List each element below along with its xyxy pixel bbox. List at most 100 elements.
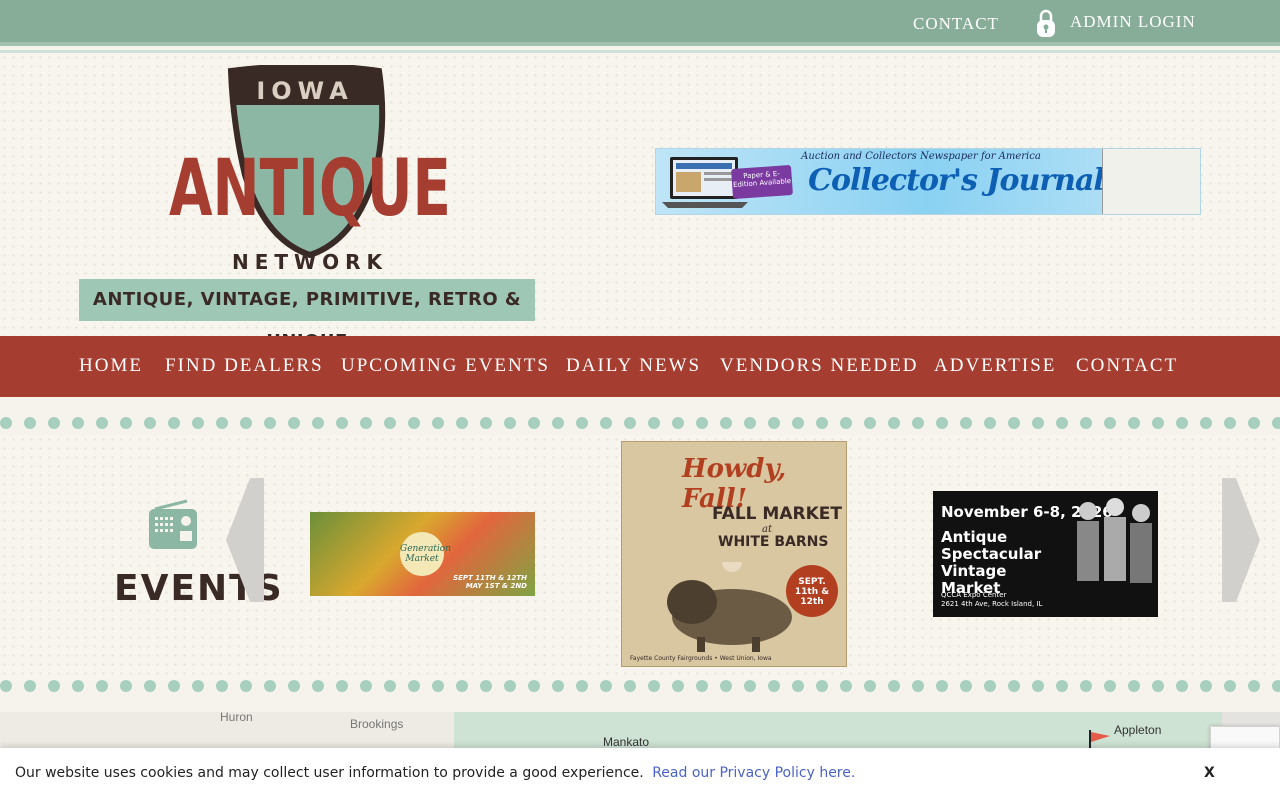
top-bar: CONTACT ADMIN LOGIN xyxy=(0,0,1280,46)
top-contact-link[interactable]: CONTACT xyxy=(913,14,999,34)
divider-dot xyxy=(672,680,684,692)
nav-upcoming-events[interactable]: UPCOMING EVENTS xyxy=(341,355,550,377)
divider-dot xyxy=(24,680,36,692)
banner-top-text: Auction and Collectors Newspaper for Ame… xyxy=(801,151,1041,162)
divider-dot xyxy=(648,680,660,692)
banner-title: Collector's Journal xyxy=(808,163,1105,198)
site-logo[interactable]: IOWA ANTIQUE NETWORK xyxy=(165,65,455,275)
divider-dot xyxy=(984,680,996,692)
divider-dot xyxy=(192,680,204,692)
cookie-text: Our website uses cookies and may collect… xyxy=(15,765,644,781)
divider-dot xyxy=(1152,417,1164,429)
divider-dot xyxy=(600,680,612,692)
divider-dot xyxy=(264,417,276,429)
divider-dot xyxy=(216,417,228,429)
divider-dot xyxy=(288,417,300,429)
divider-dot xyxy=(1128,680,1140,692)
event-card-3[interactable]: November 6-8, 2026 Antique Spectacular V… xyxy=(933,491,1158,617)
dot-divider-bottom xyxy=(0,680,1280,692)
privacy-policy-link[interactable]: Read our Privacy Policy here. xyxy=(652,765,855,781)
divider-dot xyxy=(144,680,156,692)
divider-dot xyxy=(48,417,60,429)
divider-dot xyxy=(528,680,540,692)
collectors-journal-banner[interactable]: Paper & E-Edition Available Auction and … xyxy=(655,148,1201,215)
divider-dot xyxy=(336,680,348,692)
divider-dot xyxy=(432,417,444,429)
divider-dot xyxy=(192,417,204,429)
radio-icon xyxy=(149,499,197,549)
event-2-footer: Fayette County Fairgrounds • West Union,… xyxy=(630,655,772,662)
divider-dot xyxy=(1104,417,1116,429)
divider-dot xyxy=(96,680,108,692)
divider-dot xyxy=(72,680,84,692)
admin-login-link[interactable]: ADMIN LOGIN xyxy=(1070,12,1196,32)
divider-dot xyxy=(1272,680,1280,692)
divider-dot xyxy=(264,680,276,692)
nav-advertise[interactable]: ADVERTISE xyxy=(934,355,1056,377)
divider-dot xyxy=(1008,680,1020,692)
divider-dot xyxy=(696,417,708,429)
divider-dot xyxy=(888,417,900,429)
divider-dot xyxy=(960,417,972,429)
event-card-2[interactable]: Howdy, Fall! FALL MARKET at WHITE BARNS … xyxy=(621,441,847,667)
divider-dot xyxy=(624,417,636,429)
divider-dot xyxy=(864,680,876,692)
divider-dot xyxy=(1056,417,1068,429)
event-card-1[interactable]: Generation Market SEPT 11TH & 12TH MAY 1… xyxy=(310,512,535,596)
divider-dot xyxy=(936,680,948,692)
divider-dot xyxy=(168,680,180,692)
nav-find-dealers[interactable]: FIND DEALERS xyxy=(165,355,324,377)
nav-contact[interactable]: CONTACT xyxy=(1076,355,1178,377)
divider-dot xyxy=(456,417,468,429)
divider-dot xyxy=(768,680,780,692)
divider-dot xyxy=(792,417,804,429)
map-town-brookings: Brookings xyxy=(350,717,404,731)
nav-vendors-needed[interactable]: VENDORS NEEDED xyxy=(720,355,918,377)
divider-dot xyxy=(672,417,684,429)
divider-dot xyxy=(960,680,972,692)
event-3-venue: QCCA Expo Center 2621 4th Ave, Rock Isla… xyxy=(941,591,1042,609)
divider-dot xyxy=(1056,680,1068,692)
main-nav: HOME FIND DEALERS UPCOMING EVENTS DAILY … xyxy=(0,336,1280,397)
divider-dot xyxy=(840,417,852,429)
divider-dot xyxy=(504,680,516,692)
divider-dot xyxy=(1200,680,1212,692)
nav-home[interactable]: HOME xyxy=(79,355,143,377)
divider-dot xyxy=(816,417,828,429)
carousel-prev-arrow[interactable] xyxy=(226,478,266,602)
map-town-appleton: Appleton xyxy=(1114,723,1162,737)
divider-dot xyxy=(0,417,12,429)
divider-dot xyxy=(528,417,540,429)
divider-dot xyxy=(744,417,756,429)
divider-dot xyxy=(624,680,636,692)
divider-dot xyxy=(1032,417,1044,429)
divider-dot xyxy=(1272,417,1280,429)
divider-dot xyxy=(1248,417,1260,429)
divider-dot xyxy=(216,680,228,692)
divider-dot xyxy=(168,417,180,429)
tagline: ANTIQUE, VINTAGE, PRIMITIVE, RETRO & UNI… xyxy=(79,279,535,352)
divider-dot xyxy=(480,680,492,692)
divider-dot xyxy=(120,417,132,429)
divider-dot xyxy=(1080,680,1092,692)
newspaper-image xyxy=(1102,149,1200,214)
divider-dot xyxy=(312,680,324,692)
divider-dot xyxy=(840,680,852,692)
divider-dot xyxy=(432,680,444,692)
divider-dot xyxy=(144,417,156,429)
logo-bottom-text: NETWORK xyxy=(232,250,388,274)
divider-dot xyxy=(480,417,492,429)
divider-dot xyxy=(1152,680,1164,692)
divider-dot xyxy=(1176,417,1188,429)
cookie-close-button[interactable]: X xyxy=(1204,765,1215,781)
events-carousel: EVENTS Generation Market SEPT 11TH & 12T… xyxy=(0,435,1280,680)
map-town-huron: Huron xyxy=(220,712,253,724)
carousel-next-arrow[interactable] xyxy=(1220,478,1260,602)
nav-daily-news[interactable]: DAILY NEWS xyxy=(566,355,701,377)
divider-dot xyxy=(720,417,732,429)
divider-dot xyxy=(456,680,468,692)
divider-dot xyxy=(552,680,564,692)
divider-dot xyxy=(96,417,108,429)
cookie-banner: Our website uses cookies and may collect… xyxy=(0,748,1280,800)
divider-dot xyxy=(1248,680,1260,692)
